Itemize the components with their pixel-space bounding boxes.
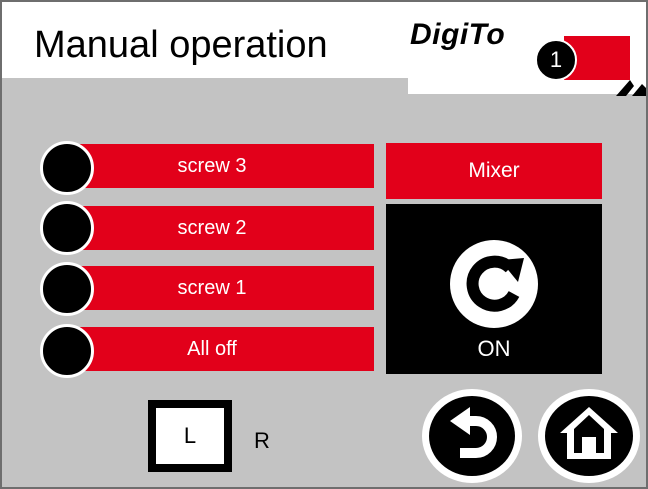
home-button[interactable]	[536, 387, 642, 485]
side-left-label: L	[156, 408, 224, 464]
notification-badge[interactable]: 1	[535, 39, 577, 81]
header-divider	[2, 78, 408, 94]
mixer-toggle-button[interactable]: ON	[386, 204, 602, 374]
screw-2-button[interactable]: screw 2	[74, 206, 374, 250]
brand-logo: DigiTo	[410, 18, 506, 51]
hmi-screen: Manual operation DigiTo 1 screw 3 screw …	[0, 0, 648, 489]
mixer-state: ON	[477, 336, 511, 361]
side-select-left[interactable]: L	[148, 400, 232, 472]
screw-1-lamp	[40, 262, 94, 316]
rotate-icon	[450, 240, 538, 328]
screw-3-lamp	[40, 141, 94, 195]
page-title: Manual operation	[34, 24, 328, 66]
side-select-right[interactable]: R	[254, 428, 270, 454]
back-button[interactable]	[420, 387, 524, 485]
all-off-lamp	[40, 324, 94, 378]
screw-2-lamp	[40, 201, 94, 255]
all-off-label: All off	[187, 338, 237, 360]
mixer-label: Mixer	[386, 143, 602, 199]
screw-1-label: screw 1	[177, 277, 247, 299]
all-off-button[interactable]: All off	[74, 327, 374, 371]
screw-3-button[interactable]: screw 3	[74, 144, 374, 188]
screw-2-label: screw 2	[177, 217, 247, 239]
screw-1-button[interactable]: screw 1	[74, 266, 374, 310]
screw-3-label: screw 3	[177, 155, 247, 177]
logo-mark-icon	[606, 72, 646, 96]
